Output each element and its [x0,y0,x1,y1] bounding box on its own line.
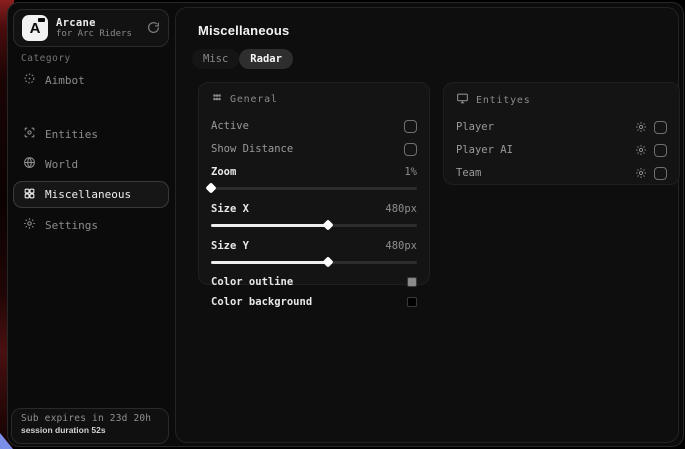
setting-row-zoom: Zoom 1% [211,162,417,182]
active-checkbox[interactable] [404,120,417,133]
size-x-slider[interactable] [211,224,417,227]
zoom-value: 1% [404,166,417,178]
entity-row-player-ai: Player AI [456,140,667,160]
scan-icon [23,126,36,142]
color-background-label: Color background [211,296,312,308]
player-settings-gear-icon[interactable] [635,121,647,133]
entities-panel: Entityes Player Player AI [443,82,680,185]
zoom-label: Zoom [211,166,236,178]
sidebar-item-label: World [45,158,78,171]
sidebar-item-world[interactable]: World [13,151,169,177]
player-label: Player [456,121,494,133]
tab-bar: Misc Radar [192,49,293,69]
zoom-slider-thumb[interactable] [205,182,216,193]
sidebar-item-label: Entities [45,128,98,141]
sidebar-item-miscellaneous[interactable]: Miscellaneous [13,181,169,208]
sidebar-item-aimbot[interactable]: Aimbot [13,67,169,93]
sidebar-nav: Aimbot Entities World [13,67,169,240]
sidebar-item-entities[interactable]: Entities [13,121,169,147]
category-label: Category [21,53,71,64]
entities-panel-title: Entityes [476,95,531,106]
crosshair-icon [23,72,36,88]
app-name: Arcane [56,17,139,29]
player-ai-checkbox[interactable] [654,144,667,157]
sidebar-item-label: Aimbot [45,74,85,87]
size-y-label: Size Y [211,240,249,252]
team-checkbox[interactable] [654,167,667,180]
size-x-value: 480px [385,203,417,215]
color-background-swatch[interactable] [407,297,417,307]
gear-icon [23,217,36,233]
team-settings-gear-icon[interactable] [635,167,647,179]
sidebar-item-settings[interactable]: Settings [13,212,169,238]
sub-expiry-text: Sub expires in 23d 20h [21,413,159,424]
entity-row-player: Player [456,117,667,137]
sync-icon[interactable] [147,19,160,38]
setting-row-size-y: Size Y 480px [211,236,417,256]
color-outline-swatch[interactable] [407,277,417,287]
globe-icon [23,156,36,172]
show-distance-checkbox[interactable] [404,143,417,156]
entity-row-team: Team [456,163,667,183]
app-logo: A [22,15,48,41]
size-y-slider-thumb[interactable] [323,256,334,267]
setting-row-active: Active [211,116,417,136]
general-panel: General Active Show Distance Zoom 1% Siz… [198,82,430,285]
general-panel-title: General [230,94,278,105]
sliders-icon [211,92,223,107]
player-ai-label: Player AI [456,144,513,156]
sidebar-item-label: Miscellaneous [45,188,131,201]
setting-row-color-background: Color background [211,293,417,310]
main-panel: Miscellaneous Misc Radar General Active [175,7,679,443]
player-ai-settings-gear-icon[interactable] [635,144,647,156]
app-window: A Arcane for Arc Riders Category Aimbot [7,2,684,447]
session-duration-text: session duration 52s [21,425,159,435]
color-outline-label: Color outline [211,276,293,288]
sidebar-item-label: Settings [45,219,98,232]
setting-row-show-distance: Show Distance [211,139,417,159]
zoom-slider[interactable] [211,187,417,190]
player-checkbox[interactable] [654,121,667,134]
size-x-slider-thumb[interactable] [323,219,334,230]
active-label: Active [211,120,249,132]
size-y-slider[interactable] [211,261,417,264]
page-title: Miscellaneous [198,23,289,38]
app-subtitle: for Arc Riders [56,29,139,39]
tab-misc[interactable]: Misc [192,49,239,69]
grid-icon [23,187,36,203]
app-header-card: A Arcane for Arc Riders [13,9,169,47]
subscription-card: Sub expires in 23d 20h session duration … [11,408,169,444]
team-label: Team [456,167,481,179]
screen: { "app": { "name": "Arcane", "subtitle":… [0,0,685,449]
size-y-value: 480px [385,240,417,252]
monitor-icon [456,92,469,108]
size-x-label: Size X [211,203,249,215]
show-distance-label: Show Distance [211,143,293,155]
setting-row-color-outline: Color outline [211,273,417,290]
tab-radar[interactable]: Radar [239,49,293,69]
setting-row-size-x: Size X 480px [211,199,417,219]
